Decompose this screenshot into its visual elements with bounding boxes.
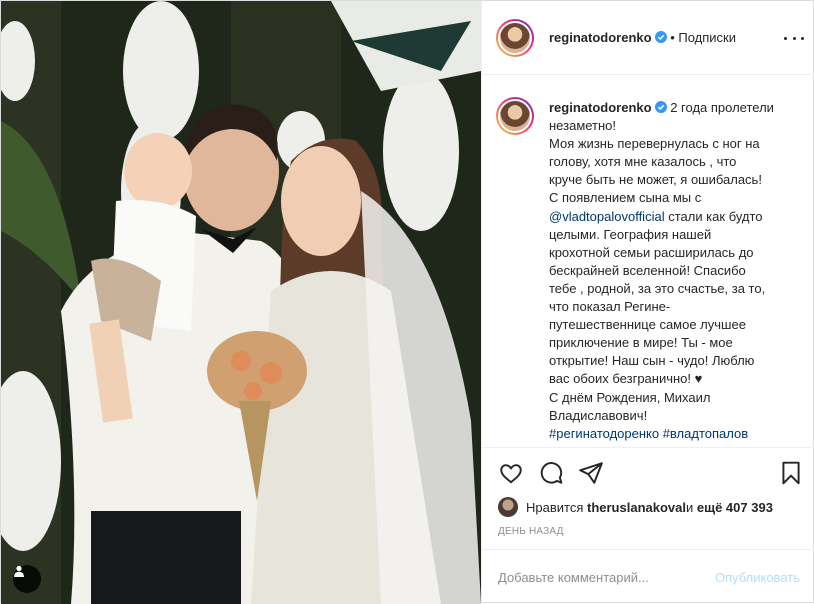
likes-count[interactable]: ещё 407 393 bbox=[697, 500, 773, 515]
caption-text-segment: открытие! Наш сын - чудо! Люблю bbox=[549, 353, 755, 369]
caption-avatar[interactable] bbox=[496, 97, 534, 135]
caption-text-segment: Владиславович! bbox=[549, 407, 648, 423]
caption-line: Моя жизнь перевернулась с ног на bbox=[549, 135, 809, 153]
caption-text-segment: голову, хотя мне казалось , что bbox=[549, 154, 737, 170]
add-comment-bar: Добавьте комментарий... Опубликовать bbox=[482, 549, 814, 604]
caption-line: С появлением сына мы с bbox=[549, 189, 809, 207]
header-user: reginatodorenko • Подписки bbox=[549, 30, 736, 45]
post-sidebar: reginatodorenko • Подписки reginatodoren… bbox=[481, 1, 814, 604]
caption-area: reginatodorenko 2 года пролетели незамет… bbox=[482, 75, 814, 447]
likes-and: и bbox=[686, 499, 694, 515]
liker-username[interactable]: theruslanakoval bbox=[587, 500, 686, 515]
caption-line: крохотной семьи расширилась до bbox=[549, 244, 809, 262]
caption-line: Владиславович! bbox=[549, 407, 809, 425]
action-bar: Нравится theruslanakoval и ещё 407 393 Д… bbox=[482, 447, 814, 557]
caption-line: путешественнице самое лучшее bbox=[549, 316, 809, 334]
share-icon[interactable] bbox=[578, 460, 604, 486]
instagram-post: reginatodorenko • Подписки reginatodoren… bbox=[0, 0, 814, 604]
caption-text-segment: что показал Регине- bbox=[549, 299, 671, 315]
username-link[interactable]: reginatodorenko bbox=[549, 30, 652, 45]
wedding-photo-illustration bbox=[1, 1, 481, 604]
caption-line: бескрайней вселенной! Спасибо bbox=[549, 262, 809, 280]
following-button[interactable]: Подписки bbox=[678, 30, 736, 45]
liker-avatar[interactable] bbox=[498, 497, 518, 517]
caption-line: тебе , родной, за это счастье, за то, bbox=[549, 280, 809, 298]
caption-line: круче быть не может, я ошибалась! bbox=[549, 171, 809, 189]
comment-icon[interactable] bbox=[538, 460, 564, 486]
likes-summary: Нравится theruslanakoval и ещё 407 393 bbox=[498, 497, 773, 517]
likes-prefix: Нравится bbox=[526, 499, 584, 515]
caption-text-segment: 2 года пролетели bbox=[670, 100, 774, 115]
caption-line: открытие! Наш сын - чудо! Люблю bbox=[549, 352, 809, 370]
verified-badge-icon bbox=[654, 31, 667, 43]
caption-text-segment: бескрайней вселенной! Спасибо bbox=[549, 262, 746, 278]
caption-link[interactable]: #регинатодоренко #владтопалов bbox=[549, 426, 748, 441]
caption-text-segment: круче быть не может, я ошибалась! bbox=[549, 172, 762, 188]
caption-text-segment: вас обоих безгранично! ♥ bbox=[549, 371, 703, 387]
caption-line: вас обоих безгранично! ♥ bbox=[549, 370, 809, 388]
caption-text-segment: целыми. География нашей bbox=[549, 226, 712, 242]
caption-line: @vladtopalovofficial стали как будто bbox=[549, 208, 809, 226]
caption-text-segment: тебе , родной, за это счастье, за то, bbox=[549, 280, 766, 296]
caption-text-segment: незаметно! bbox=[549, 118, 617, 134]
heart-icon[interactable] bbox=[498, 460, 524, 486]
caption-text: reginatodorenko 2 года пролетели незамет… bbox=[549, 99, 809, 443]
caption-line: что показал Регине- bbox=[549, 298, 809, 316]
comment-input[interactable]: Добавьте комментарий... bbox=[498, 570, 649, 585]
caption-line: незаметно! bbox=[549, 117, 809, 135]
post-timestamp[interactable]: ДЕНЬ НАЗАД bbox=[498, 526, 564, 537]
post-photo[interactable] bbox=[1, 1, 481, 604]
more-options-icon[interactable] bbox=[784, 31, 804, 45]
caption-username[interactable]: reginatodorenko bbox=[549, 100, 652, 115]
user-tag-icon bbox=[14, 565, 24, 577]
post-header: reginatodorenko • Подписки bbox=[482, 1, 814, 75]
verified-badge-icon bbox=[654, 101, 667, 113]
bookmark-icon[interactable] bbox=[778, 460, 804, 486]
caption-line: reginatodorenko 2 года пролетели bbox=[549, 99, 809, 117]
caption-link[interactable]: @vladtopalovofficial bbox=[549, 209, 665, 224]
caption-line: целыми. География нашей bbox=[549, 226, 809, 244]
caption-text-segment: путешественнице самое лучшее bbox=[549, 317, 746, 333]
caption-line: голову, хотя мне казалось , что bbox=[549, 153, 809, 171]
caption-text-segment: С днём Рождения, Михаил bbox=[549, 389, 711, 405]
caption-line: #регинатодоренко #владтопалов bbox=[549, 425, 809, 443]
avatar[interactable] bbox=[496, 19, 534, 57]
caption-text-segment: крохотной семьи расширилась до bbox=[549, 244, 754, 260]
caption-line: приключение в мире! Ты - мое bbox=[549, 334, 809, 352]
user-tag-button[interactable] bbox=[13, 565, 41, 593]
caption-text-segment: С появлением сына мы с bbox=[549, 190, 702, 206]
publish-button[interactable]: Опубликовать bbox=[715, 570, 800, 585]
caption-text-segment: стали как будто bbox=[664, 208, 763, 224]
caption-text-segment: приключение в мире! Ты - мое bbox=[549, 335, 733, 351]
caption-line: С днём Рождения, Михаил bbox=[549, 389, 809, 407]
caption-text-segment: Моя жизнь перевернулась с ног на bbox=[549, 136, 760, 152]
